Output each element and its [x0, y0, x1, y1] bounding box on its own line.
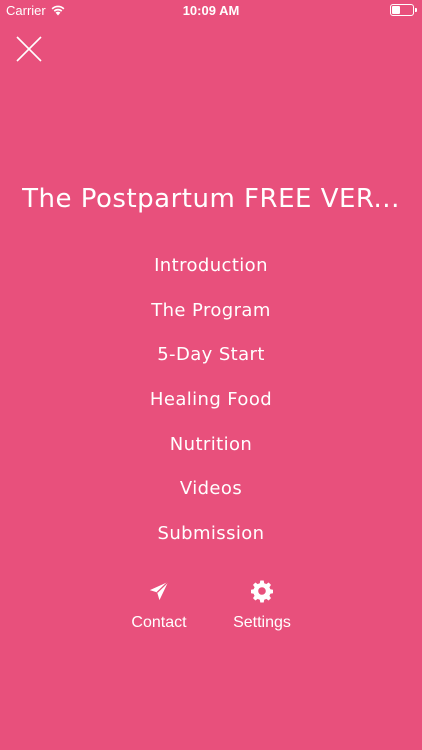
page-title: The Postpartum FREE VER... — [22, 184, 400, 214]
menu-item-5-day-start[interactable]: 5-Day Start — [0, 340, 422, 385]
contact-label: Contact — [131, 614, 187, 631]
status-right — [390, 4, 417, 16]
menu-item-healing-food[interactable]: Healing Food — [0, 385, 422, 430]
menu-item-the-program[interactable]: The Program — [0, 296, 422, 341]
settings-button[interactable]: Settings — [212, 578, 312, 632]
menu-item-submission[interactable]: Submission — [0, 519, 422, 564]
gear-icon — [251, 580, 273, 603]
menu-item-nutrition[interactable]: Nutrition — [0, 430, 422, 475]
contact-button[interactable]: Contact — [109, 578, 209, 632]
close-icon — [16, 36, 42, 62]
menu-item-introduction[interactable]: Introduction — [0, 251, 422, 296]
battery-icon — [390, 4, 417, 16]
settings-label: Settings — [233, 614, 291, 631]
main-menu: Introduction The Program 5-Day Start Hea… — [0, 251, 422, 564]
close-button[interactable] — [12, 32, 46, 66]
bottom-actions: Contact Settings — [0, 578, 422, 638]
menu-item-videos[interactable]: Videos — [0, 474, 422, 519]
paper-plane-icon — [149, 581, 169, 601]
status-bar: Carrier 10:09 AM — [0, 0, 422, 22]
status-time: 10:09 AM — [182, 3, 240, 18]
